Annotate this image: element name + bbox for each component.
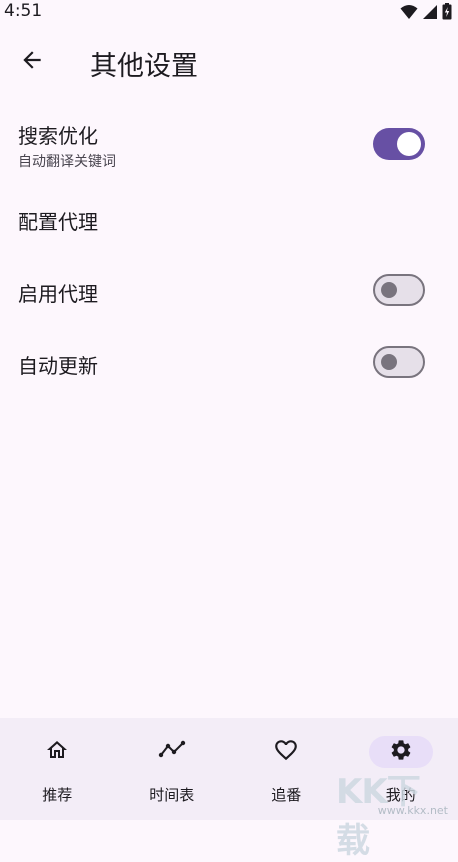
status-bar: 4:51 [0, 0, 458, 24]
battery-icon [442, 3, 452, 24]
status-time: 4:51 [4, 1, 42, 21]
nav-schedule[interactable]: 时间表 [115, 718, 230, 820]
home-icon [45, 738, 69, 766]
nav-label: 追番 [229, 784, 344, 805]
setting-title: 配置代理 [18, 206, 98, 235]
arrow-back-icon [19, 47, 45, 77]
heart-icon [273, 737, 299, 767]
switch-thumb [381, 282, 397, 298]
timeline-icon [158, 738, 186, 766]
setting-title: 自动更新 [18, 350, 98, 379]
page-title: 其他设置 [90, 44, 198, 83]
setting-enable-proxy[interactable]: 启用代理 [0, 262, 458, 334]
nav-indicator [254, 736, 318, 768]
auto-update-switch[interactable] [373, 346, 425, 378]
gear-icon [389, 738, 413, 766]
nav-indicator [25, 736, 89, 768]
switch-thumb [397, 132, 421, 156]
nav-label: 时间表 [115, 784, 230, 805]
nav-indicator [369, 736, 433, 768]
setting-configure-proxy[interactable]: 配置代理 [0, 190, 458, 262]
wifi-icon [400, 4, 418, 24]
setting-title: 搜索优化 [18, 120, 98, 149]
signal-icon [422, 4, 438, 24]
search-optimization-switch[interactable] [373, 128, 425, 160]
nav-label: 我的 [344, 784, 458, 805]
enable-proxy-switch[interactable] [373, 274, 425, 306]
bottom-navigation: 推荐 时间表 追番 我的 [0, 718, 458, 820]
back-button[interactable] [8, 38, 56, 86]
setting-title: 启用代理 [18, 278, 98, 307]
nav-following[interactable]: 追番 [229, 718, 344, 820]
switch-thumb [381, 354, 397, 370]
settings-list: 搜索优化 自动翻译关键词 配置代理 启用代理 自动更新 [0, 100, 458, 406]
setting-search-optimization[interactable]: 搜索优化 自动翻译关键词 [0, 100, 458, 190]
status-icons [400, 3, 452, 24]
nav-mine[interactable]: 我的 [344, 718, 458, 820]
top-app-bar: 其他设置 [0, 30, 458, 94]
nav-recommend[interactable]: 推荐 [0, 718, 115, 820]
nav-label: 推荐 [0, 784, 115, 805]
setting-subtitle: 自动翻译关键词 [18, 151, 116, 171]
nav-indicator [140, 736, 204, 768]
setting-auto-update[interactable]: 自动更新 [0, 334, 458, 406]
